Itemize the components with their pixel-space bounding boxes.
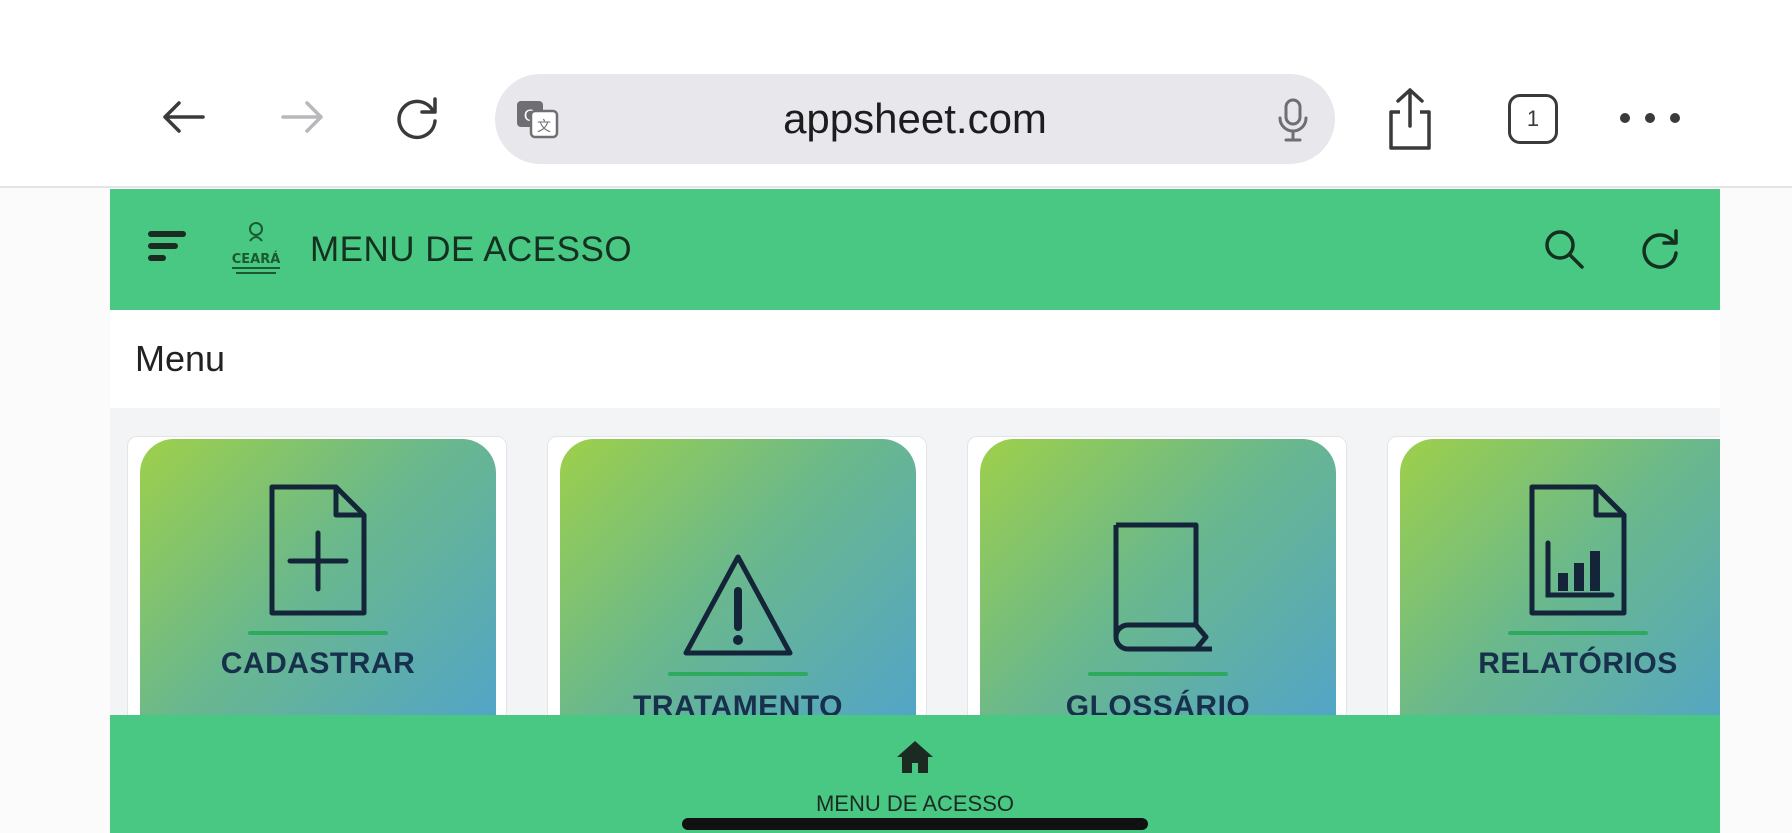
app-frame: CEARÁ MENU DE ACESSO Menu CADASTRAR TRAT… <box>110 189 1720 833</box>
header-title: MENU DE ACESSO <box>310 230 633 269</box>
tabs-button[interactable]: 1 <box>1508 94 1558 144</box>
home-icon[interactable] <box>895 739 935 775</box>
address-bar[interactable]: G 文 appsheet.com <box>495 74 1335 164</box>
home-indicator[interactable] <box>682 818 1148 830</box>
dot-icon <box>1620 113 1630 123</box>
menu-icon[interactable] <box>148 231 186 263</box>
report-chart-icon <box>1529 484 1627 616</box>
back-arrow-icon <box>163 101 205 133</box>
back-button[interactable] <box>148 82 218 152</box>
forward-arrow-icon <box>281 101 323 133</box>
more-button[interactable] <box>1620 98 1680 138</box>
share-icon[interactable] <box>1380 86 1440 152</box>
ceara-logo: CEARÁ <box>232 222 281 274</box>
reload-button[interactable] <box>382 82 452 152</box>
tile-tratamento[interactable]: TRATAMENTO <box>547 436 927 759</box>
book-icon <box>1113 522 1212 652</box>
tab-count: 1 <box>1526 106 1540 131</box>
tile-relatorios[interactable]: RELATÓRIOS <box>1387 436 1720 759</box>
section-title: Menu <box>135 338 226 379</box>
tile-cadastrar[interactable]: CADASTRAR <box>127 436 507 759</box>
search-icon[interactable] <box>1542 227 1586 271</box>
tile-label: CADASTRAR <box>220 647 416 680</box>
warning-triangle-icon <box>683 554 793 656</box>
screen: G 文 appsheet.com 1 <box>0 0 1792 833</box>
browser-toolbar: G 文 appsheet.com 1 <box>0 0 1792 188</box>
tile-glossario[interactable]: GLOSSÁRIO <box>967 436 1347 759</box>
microphone-icon[interactable] <box>1275 98 1311 142</box>
bottom-nav: MENU DE ACESSO <box>110 715 1720 833</box>
tile-divider <box>248 631 388 635</box>
tile-card[interactable]: RELATÓRIOS <box>1400 439 1720 759</box>
section-header: Menu <box>110 310 1720 408</box>
app-header: CEARÁ MENU DE ACESSO <box>110 189 1720 310</box>
url-text[interactable]: appsheet.com <box>495 74 1335 164</box>
svg-text:CEARÁ: CEARÁ <box>232 251 281 267</box>
dot-icon <box>1645 113 1655 123</box>
reload-icon <box>397 97 437 140</box>
tile-divider <box>668 672 808 676</box>
sync-icon[interactable] <box>1635 225 1683 273</box>
bottom-nav-label[interactable]: MENU DE ACESSO <box>110 791 1720 817</box>
tile-card[interactable]: GLOSSÁRIO <box>980 439 1336 759</box>
tile-label: RELATÓRIOS <box>1478 647 1678 680</box>
dot-icon <box>1670 113 1680 123</box>
tile-card[interactable]: TRATAMENTO <box>560 439 916 759</box>
tile-divider <box>1508 631 1648 635</box>
tile-card[interactable]: CADASTRAR <box>140 439 496 759</box>
document-plus-icon <box>269 484 367 616</box>
forward-button[interactable] <box>268 82 338 152</box>
tile-divider <box>1088 672 1228 676</box>
